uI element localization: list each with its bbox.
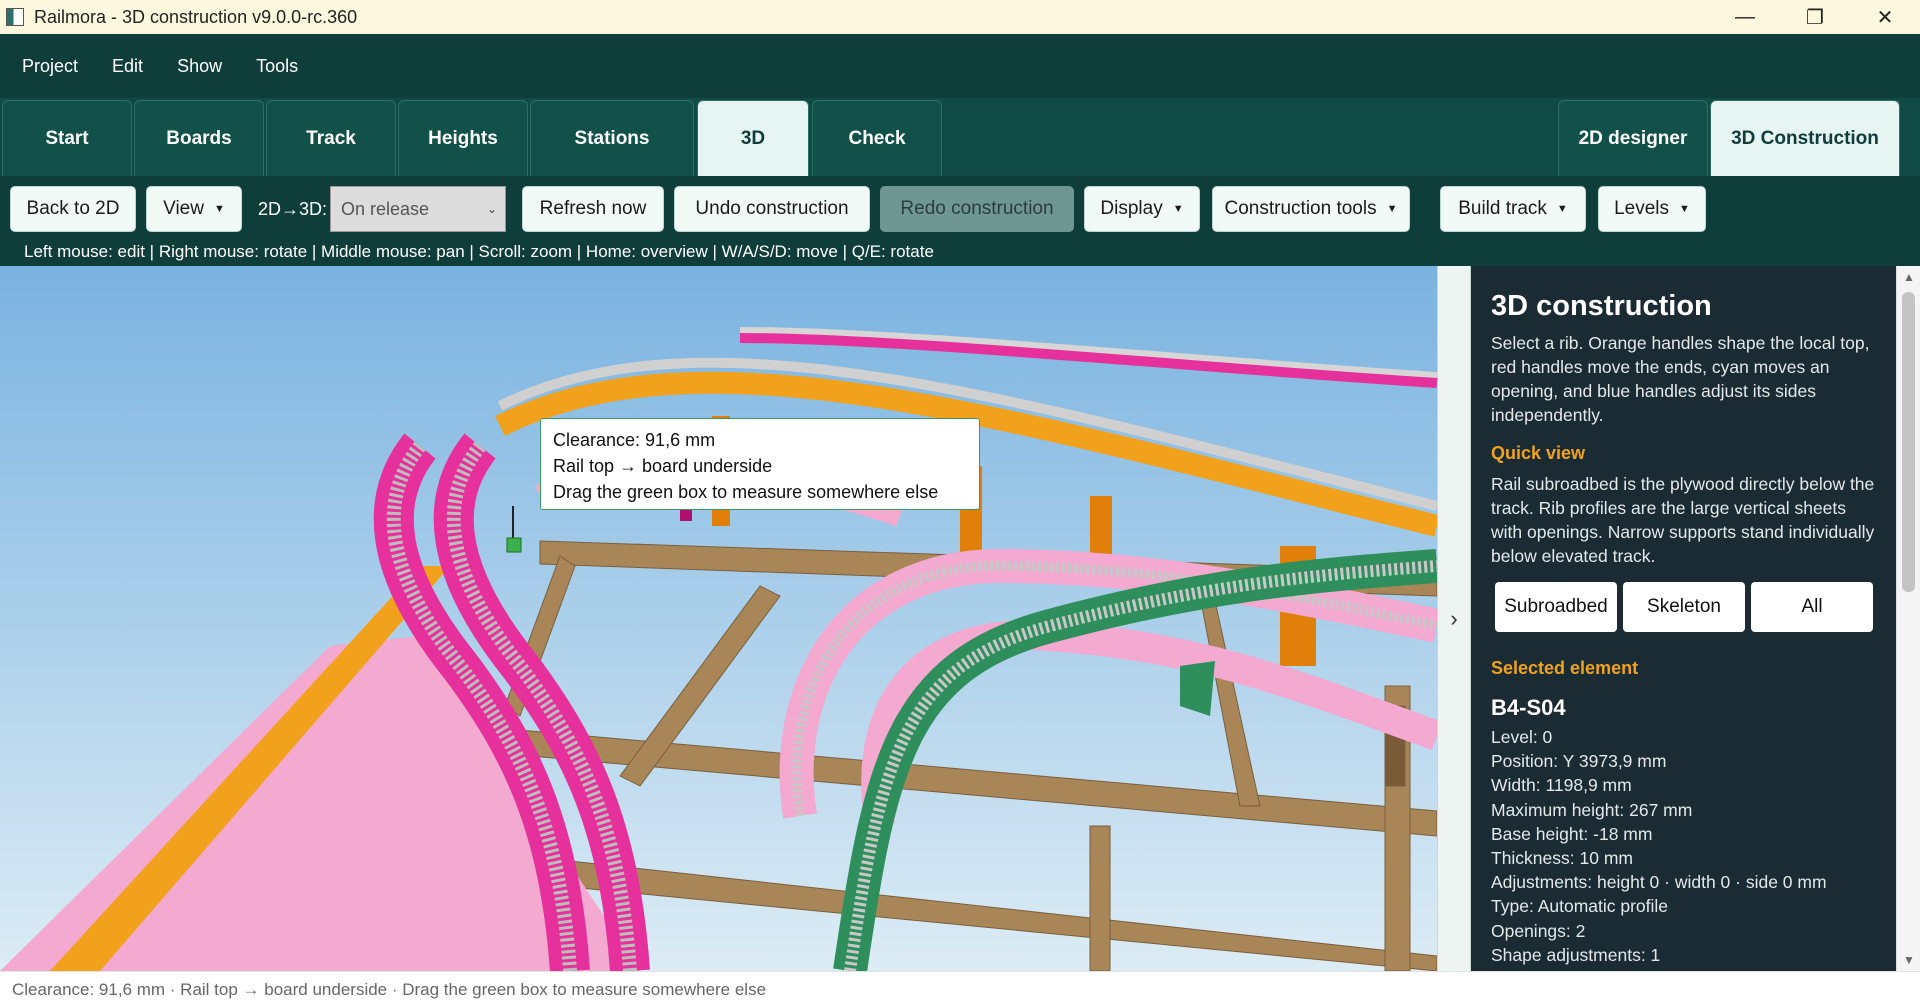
scroll-up-icon[interactable]: ▲ [1897,266,1920,288]
back-to-2d-button[interactable]: Back to 2D [10,186,136,232]
property-shape-adjustments: Shape adjustments: 1 [1491,944,1661,965]
caret-down-icon: ▼ [1386,203,1398,215]
property-thickness: Thickness: 10 mm [1491,848,1633,869]
property-openings: Openings: 2 [1491,920,1586,941]
property-max-height: Maximum height: 267 mm [1491,799,1693,820]
redo-construction-button[interactable]: Redo construction [880,186,1074,232]
tab-heights[interactable]: Heights [398,100,528,176]
undo-label: Undo construction [695,198,849,219]
levels-label: Levels [1614,198,1670,219]
toolbar: Back to 2D View ▼ 2D→3D: On release ⌄ Refr… [0,176,1920,266]
property-width: Width: 1198,9 mm [1491,775,1632,796]
property-adjustments: Adjustments: height 0 · width 0 · side 0… [1491,872,1827,893]
window-controls: — ❐ ✕ [1710,0,1920,34]
tab-3d[interactable]: 3D [697,100,809,176]
property-base-height: Base height: -18 mm [1491,823,1653,844]
element-properties: Level: 0 Position: Y 3973,9 mm Width: 11… [1491,725,1876,967]
mode-2d3d-label: 2D→3D: [258,198,328,219]
tab-bar: Start Boards Track Heights Stations 3D C… [0,98,1920,176]
subroadbed-button[interactable]: Subroadbed [1495,582,1617,632]
levels-dropdown[interactable]: Levels ▼ [1598,186,1706,232]
property-type: Type: Automatic profile [1491,896,1669,917]
selected-element-name: B4-S04 [1491,695,1566,720]
menu-show[interactable]: Show [169,56,230,77]
panel-collapse-toggle[interactable]: › [1437,266,1471,971]
minimize-icon[interactable]: — [1710,0,1780,34]
property-position: Position: Y 3973,9 mm [1491,751,1667,772]
tab-2d-designer[interactable]: 2D designer [1558,100,1708,176]
skeleton-button[interactable]: Skeleton [1623,582,1745,632]
view-label: View [163,198,204,219]
window-title: Railmora - 3D construction v9.0.0-rc.360 [34,6,358,27]
menu-bar: Project Edit Show Tools [0,34,1920,98]
property-level: Level: 0 [1491,727,1553,747]
tab-3d-construction[interactable]: 3D Construction [1710,100,1900,176]
mouse-controls-hint: Left mouse: edit | Right mouse: rotate |… [24,242,934,261]
3d-scene[interactable] [0,266,1437,971]
quick-view-heading: Quick view [1491,443,1586,463]
tab-check[interactable]: Check [812,100,942,176]
display-label: Display [1100,198,1163,219]
scroll-down-icon[interactable]: ▼ [1897,949,1920,971]
refresh-label: Refresh now [539,198,647,219]
tab-stations[interactable]: Stations [530,100,694,176]
all-button[interactable]: All [1751,582,1873,632]
back-to-2d-label: Back to 2D [26,198,120,219]
tab-track[interactable]: Track [266,100,396,176]
menu-project[interactable]: Project [14,56,86,77]
construction-tools-label: Construction tools [1224,198,1377,219]
refresh-now-button[interactable]: Refresh now [522,186,664,232]
quick-view-text: Rail subroadbed is the plywood directly … [1491,474,1875,566]
status-text: Clearance: 91,6 mm · Rail top → board un… [12,980,767,999]
selected-element-heading: Selected element [1491,658,1639,678]
menu-edit[interactable]: Edit [104,56,151,77]
chevron-down-icon: ⌄ [486,202,497,216]
panel-title: 3D construction [1491,290,1712,322]
panel-scrollbar[interactable]: ▲ ▼ [1896,266,1920,971]
update-mode-value: On release [341,198,430,219]
redo-label: Redo construction [900,198,1054,219]
app-window-icon [6,8,24,26]
construction-side-panel: 3D construction Select a rib. Orange han… [1471,266,1896,971]
build-track-label: Build track [1458,198,1547,219]
close-icon[interactable]: ✕ [1850,0,1920,34]
construction-tools-dropdown[interactable]: Construction tools ▼ [1212,186,1410,232]
caret-down-icon: ▼ [213,203,225,215]
display-dropdown[interactable]: Display ▼ [1084,186,1200,232]
clearance-tooltip: Clearance: 91,6 mm Rail top → board unde… [540,418,980,510]
status-bar: Clearance: 91,6 mm · Rail top → board un… [0,971,1920,1008]
tooltip-line: Clearance: 91,6 mm [553,430,716,450]
build-track-dropdown[interactable]: Build track ▼ [1440,186,1586,232]
update-mode-select[interactable]: On release ⌄ [330,186,506,232]
3d-viewport[interactable]: Clearance: 91,6 mm Rail top → board unde… [0,266,1437,971]
scrollbar-thumb[interactable] [1902,292,1915,592]
undo-construction-button[interactable]: Undo construction [674,186,870,232]
quick-view-buttons: Subroadbed Skeleton All [1495,582,1876,632]
caret-down-icon: ▼ [1172,203,1184,215]
view-dropdown[interactable]: View ▼ [146,186,242,232]
panel-intro: Select a rib. Orange handles shape the l… [1491,333,1870,425]
menu-tools[interactable]: Tools [248,56,306,77]
maximize-icon[interactable]: ❐ [1780,0,1850,34]
tab-boards[interactable]: Boards [134,100,264,176]
caret-down-icon: ▼ [1556,203,1568,215]
caret-down-icon: ▼ [1679,203,1690,215]
tooltip-line: Drag the green box to measure somewhere … [553,482,939,502]
tab-start[interactable]: Start [2,100,132,176]
chevron-right-icon: › [1450,605,1458,631]
tooltip-line: Rail top → board underside [553,456,773,476]
title-bar: Railmora - 3D construction v9.0.0-rc.360… [0,0,1920,34]
